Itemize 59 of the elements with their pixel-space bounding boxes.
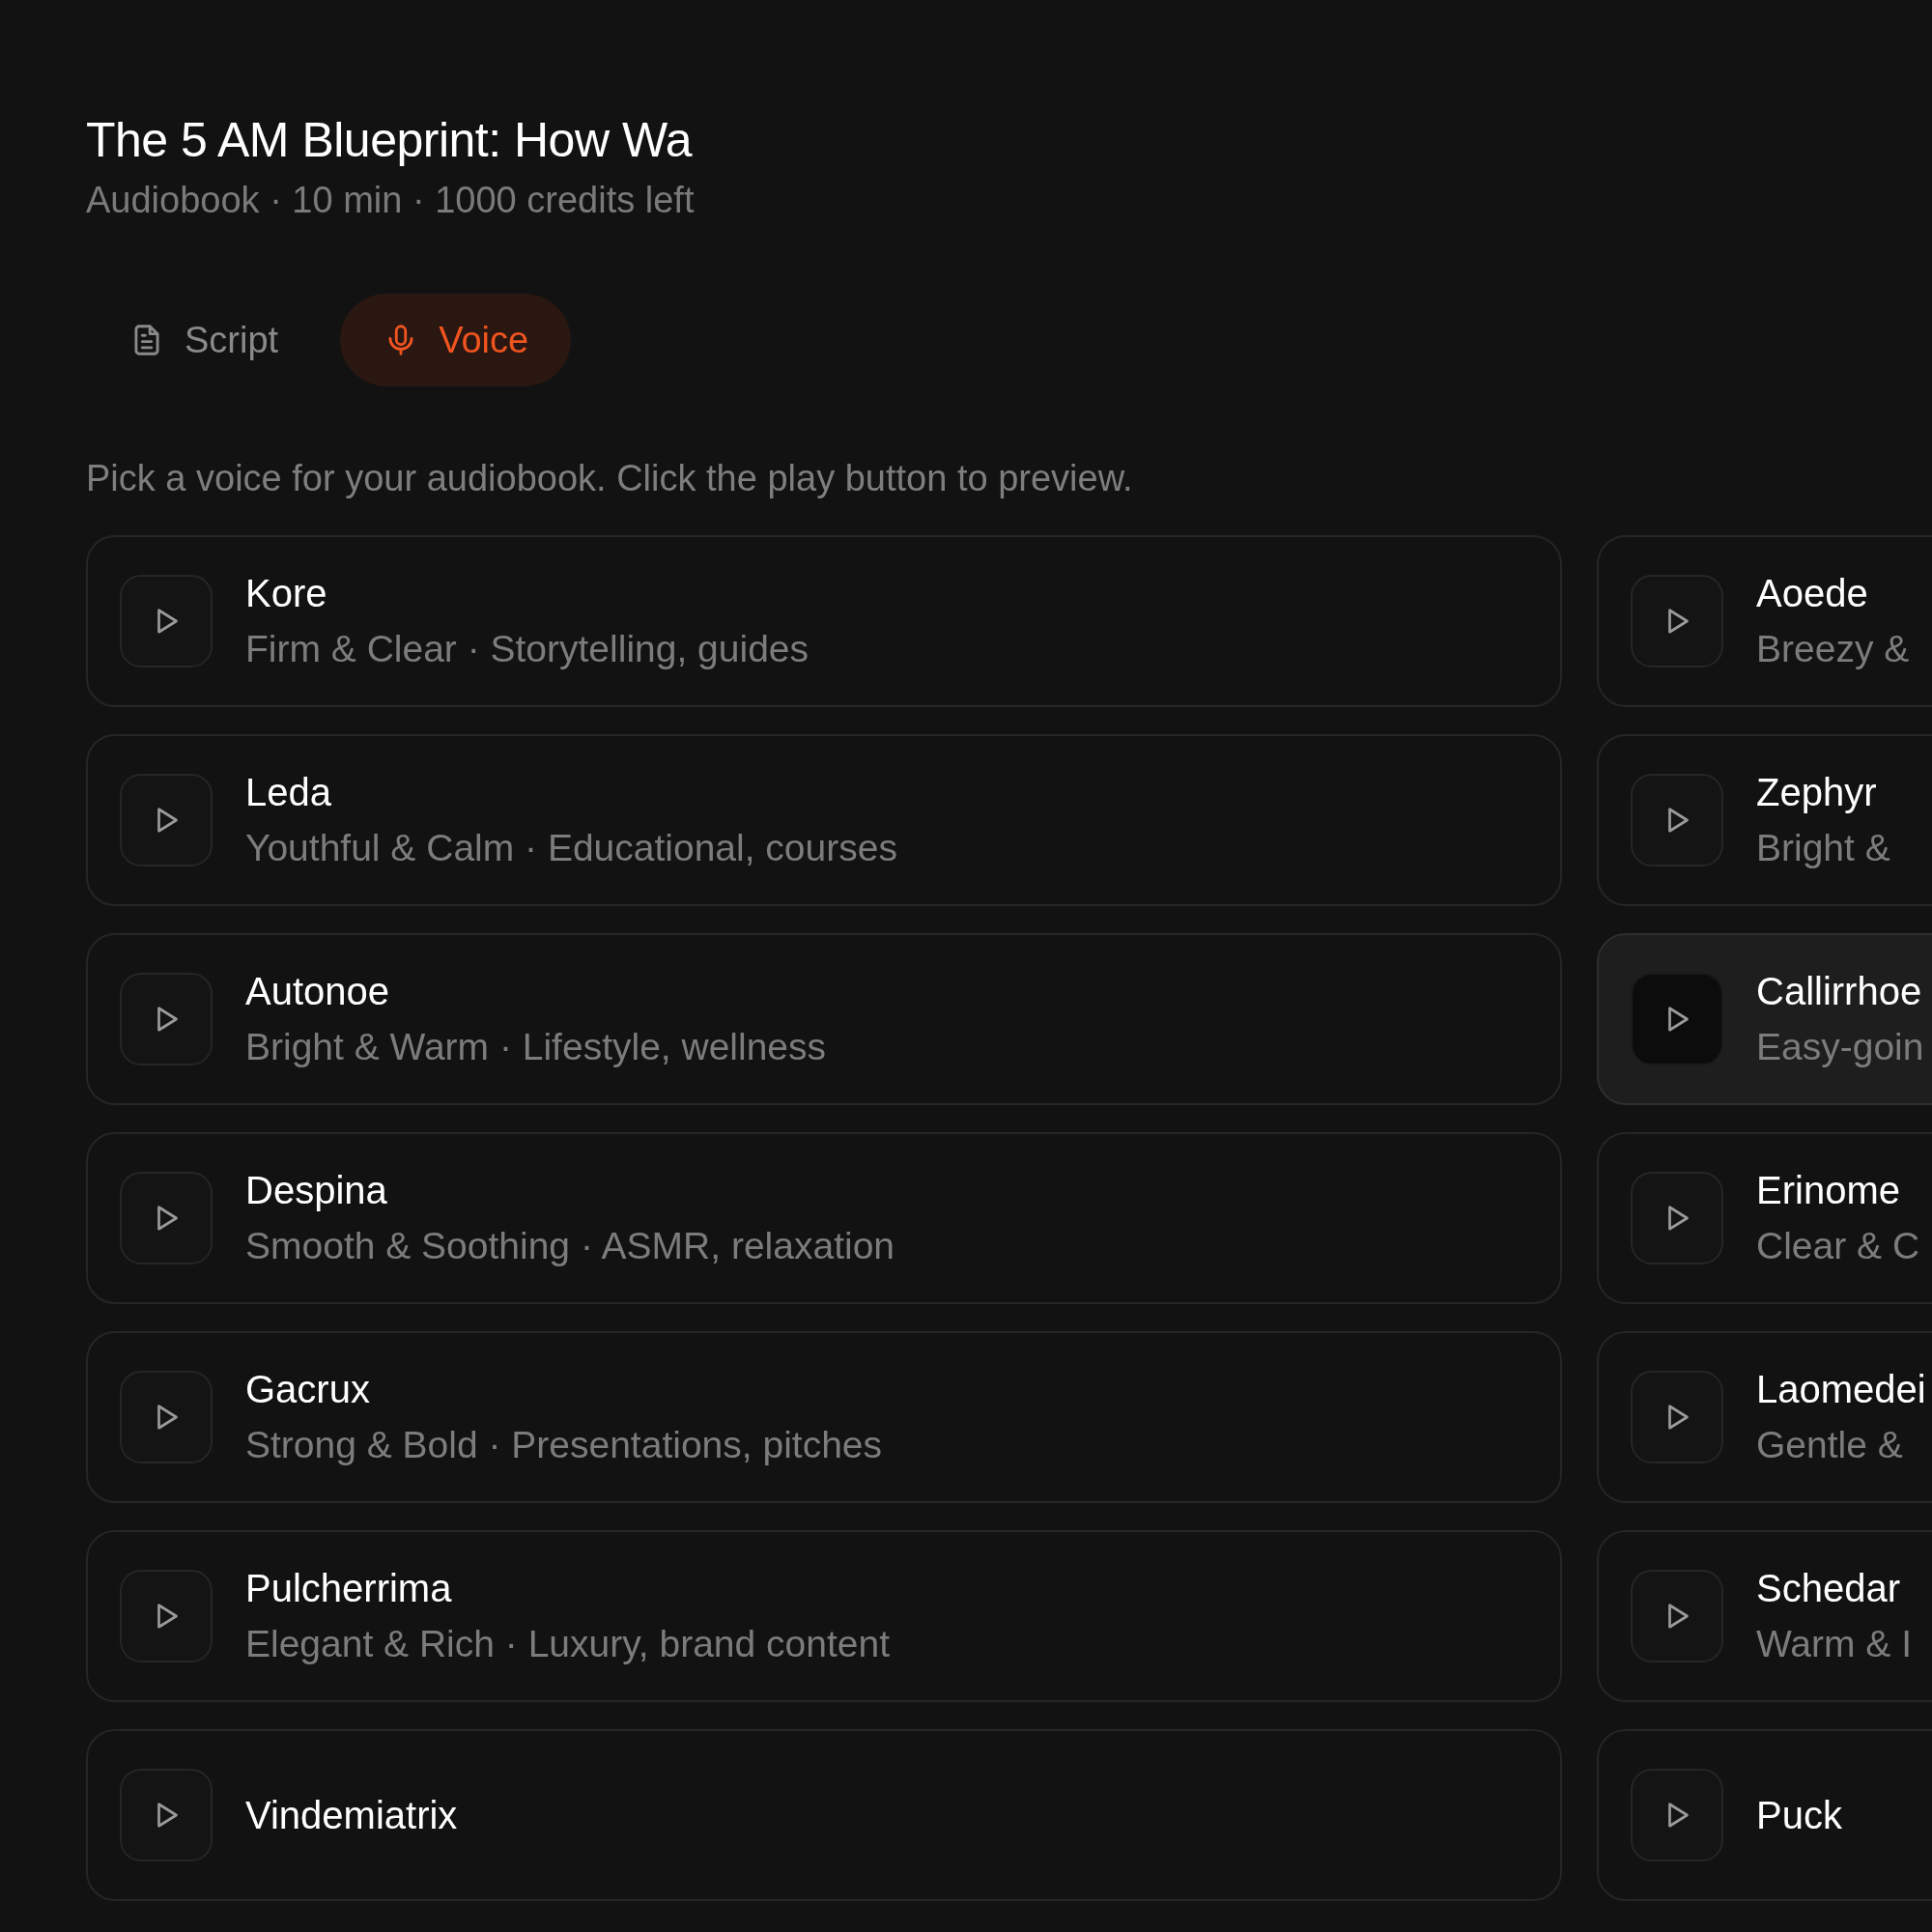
- play-button[interactable]: [1631, 1172, 1723, 1264]
- voice-card[interactable]: Leda Youthful & Calm · Educational, courses: [86, 734, 1562, 906]
- voice-description: Breezy &: [1756, 627, 1910, 671]
- voice-name: Kore: [245, 571, 328, 616]
- voice-card[interactable]: Zephyr Bright &: [1597, 734, 1932, 906]
- voice-card[interactable]: Pulcherrima Elegant & Rich · Luxury, brand content: [86, 1530, 1562, 1702]
- play-button[interactable]: [120, 1371, 213, 1463]
- voice-name: Laomedei: [1756, 1367, 1926, 1412]
- voice-description: Bright & Warm · Lifestyle, wellness: [245, 1025, 827, 1069]
- voice-card[interactable]: Despina Smooth & Soothing · ASMR, relaxation: [86, 1132, 1562, 1304]
- voice-name: Puck: [1756, 1793, 1842, 1838]
- voice-description: Gentle &: [1756, 1423, 1904, 1467]
- play-button[interactable]: [120, 1570, 213, 1662]
- voice-description: Youthful & Calm · Educational, courses: [245, 826, 897, 870]
- play-button[interactable]: [120, 575, 213, 668]
- voice-description: Warm & I: [1756, 1622, 1913, 1666]
- play-button[interactable]: [1631, 774, 1723, 867]
- play-button[interactable]: [120, 774, 213, 867]
- play-button[interactable]: [1631, 973, 1723, 1065]
- voice-card[interactable]: Autonoe Bright & Warm · Lifestyle, wellness: [86, 933, 1562, 1105]
- voice-description: Strong & Bold · Presentations, pitches: [245, 1423, 883, 1467]
- voice-card[interactable]: Kore Firm & Clear · Storytelling, guides: [86, 535, 1562, 707]
- voice-name: Autonoe: [245, 969, 391, 1014]
- voice-name: Despina: [245, 1168, 388, 1213]
- voice-card[interactable]: Vindemiatrix: [86, 1729, 1562, 1901]
- voice-card[interactable]: Puck: [1597, 1729, 1932, 1901]
- voice-description: Bright &: [1756, 826, 1890, 870]
- voice-card[interactable]: Erinome Clear & C: [1597, 1132, 1932, 1304]
- instructions-text: Pick a voice for your audiobook. Click the play button to preview.: [86, 457, 1134, 500]
- tab[interactable]: Script: [86, 294, 322, 386]
- voice-name: Vindemiatrix: [245, 1793, 458, 1838]
- voice-description: Smooth & Soothing · ASMR, relaxation: [245, 1224, 895, 1268]
- voice-description: Clear & C: [1756, 1224, 1920, 1268]
- voice-name: Gacrux: [245, 1367, 371, 1412]
- play-button[interactable]: [1631, 1570, 1723, 1662]
- play-button[interactable]: [120, 973, 213, 1065]
- play-button[interactable]: [120, 1769, 213, 1861]
- voice-name: Pulcherrima: [245, 1566, 453, 1611]
- page-subtitle: Audiobook · 10 min · 1000 credits left: [86, 179, 696, 222]
- page-title: The 5 AM Blueprint: How Wa: [86, 112, 694, 169]
- voice-card[interactable]: Laomedei Gentle &: [1597, 1331, 1932, 1503]
- voice-name: Callirrhoe: [1756, 969, 1923, 1014]
- play-button[interactable]: [1631, 1769, 1723, 1861]
- voice-description: Easy-goin: [1756, 1025, 1924, 1069]
- voice-name: Erinome: [1756, 1168, 1901, 1213]
- voice-name: Leda: [245, 770, 332, 815]
- voice-description: Elegant & Rich · Luxury, brand content: [245, 1622, 890, 1666]
- voice-name: Schedar: [1756, 1566, 1901, 1611]
- play-button[interactable]: [120, 1172, 213, 1264]
- voice-card[interactable]: Gacrux Strong & Bold · Presentations, pitches: [86, 1331, 1562, 1503]
- voice-description: Firm & Clear · Storytelling, guides: [245, 627, 810, 671]
- play-button[interactable]: [1631, 1371, 1723, 1463]
- voice-card[interactable]: Schedar Warm & I: [1597, 1530, 1932, 1702]
- tab[interactable]: Voice: [340, 294, 572, 386]
- voice-card[interactable]: Callirrhoe Easy-goin: [1597, 933, 1932, 1105]
- voice-card[interactable]: Aoede Breezy &: [1597, 535, 1932, 707]
- voice-name: Zephyr: [1756, 770, 1878, 815]
- voice-name: Aoede: [1756, 571, 1869, 616]
- play-button[interactable]: [1631, 575, 1723, 668]
